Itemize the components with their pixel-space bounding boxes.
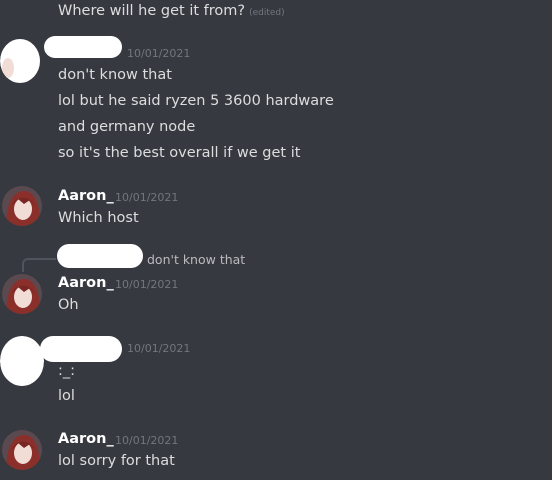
- message-body: Oh: [58, 297, 79, 313]
- timestamp: 10/01/2021: [115, 191, 179, 204]
- avatar-redacted[interactable]: [0, 336, 44, 386]
- author-name[interactable]: Aaron_: [58, 274, 114, 292]
- message-line: lol but he said ryzen 5 3600 hardware: [58, 93, 334, 109]
- timestamp: 10/01/2021: [127, 342, 191, 355]
- avatar-aaron[interactable]: [2, 430, 42, 470]
- message-line: so it's the best overall if we get it: [58, 145, 301, 161]
- redacted-username: [44, 36, 122, 58]
- message-text: Where will he get it from? (edited): [58, 2, 285, 22]
- author-name[interactable]: Aaron_: [58, 187, 114, 205]
- redacted-username: [40, 336, 122, 362]
- edited-label: (edited): [249, 8, 285, 18]
- timestamp: 10/01/2021: [115, 434, 179, 447]
- message-line: lol: [58, 388, 75, 404]
- reply-preview[interactable]: don't know that: [147, 252, 245, 268]
- message-body: Which host: [58, 210, 139, 226]
- message-line: and germany node: [58, 119, 196, 135]
- timestamp: 10/01/2021: [127, 47, 191, 60]
- reply-spine: [22, 258, 56, 272]
- avatar-redacted[interactable]: [0, 38, 44, 84]
- avatar-aaron[interactable]: [2, 274, 42, 314]
- redacted-reply-username[interactable]: [57, 244, 143, 268]
- timestamp: 10/01/2021: [115, 278, 179, 291]
- message-line: :_:: [58, 363, 76, 379]
- message-body: Where will he get it from?: [58, 3, 246, 19]
- avatar-aaron[interactable]: [2, 186, 42, 226]
- message-body: lol sorry for that: [58, 453, 175, 469]
- message-line: don't know that: [58, 67, 172, 83]
- author-name[interactable]: Aaron_: [58, 430, 114, 448]
